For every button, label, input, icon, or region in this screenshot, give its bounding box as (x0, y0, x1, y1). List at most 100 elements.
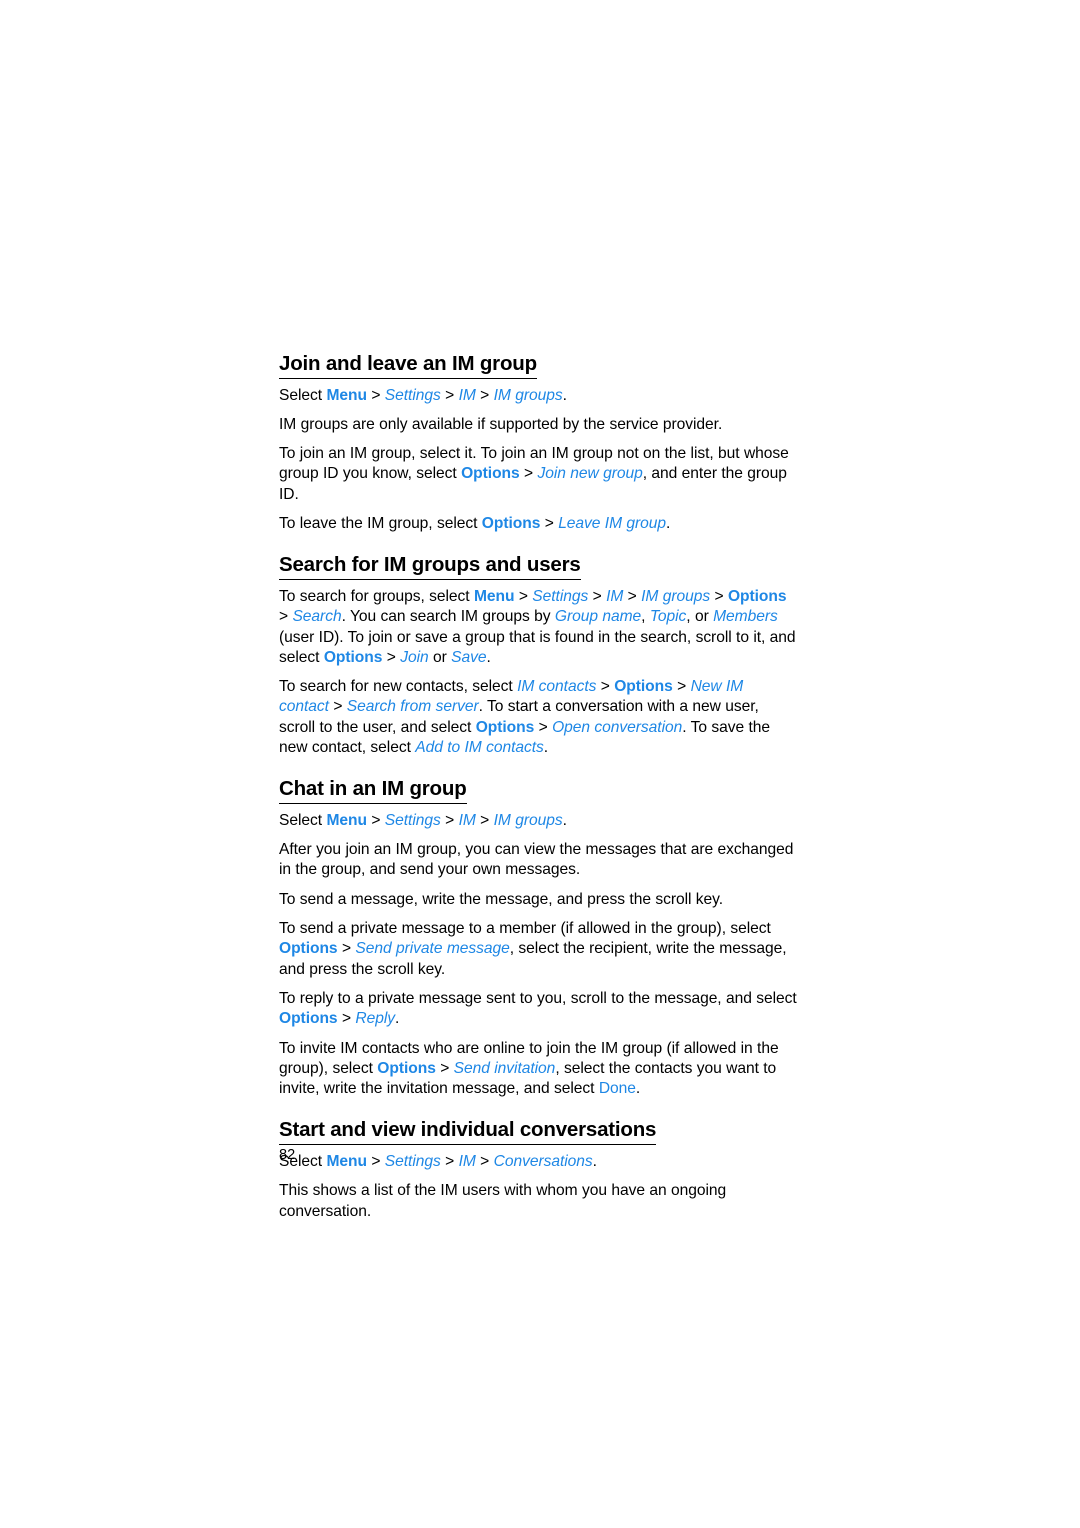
section-heading-wrapper: Start and view individual conversations (279, 1118, 797, 1152)
text-run: To search for groups, select (279, 587, 474, 605)
body-paragraph: IM groups are only available if supporte… (279, 415, 797, 435)
path-separator: > (382, 648, 401, 666)
path-separator: > (710, 587, 728, 605)
text-run: . (543, 738, 549, 756)
ui-key-reference: Menu (473, 587, 515, 605)
text-run: . (635, 1080, 641, 1098)
text-run: or (428, 648, 452, 666)
path-separator: > (279, 608, 293, 626)
body-paragraph: After you join an IM group, you can view… (279, 840, 797, 881)
path-separator: > (475, 811, 494, 829)
body-paragraph: Select Menu > Settings > IM > Conversati… (279, 1152, 797, 1172)
path-separator: > (623, 587, 642, 605)
body-paragraph: To join an IM group, select it. To join … (279, 444, 797, 505)
text-run: . (666, 515, 671, 533)
path-separator: > (540, 515, 559, 533)
ui-menu-item-reference: Open conversation (552, 718, 683, 736)
path-separator: > (519, 465, 538, 483)
text-run: Select (279, 386, 327, 404)
section-heading: Start and view individual conversations (279, 1118, 656, 1145)
text-run: To search for new contacts, select (279, 678, 518, 696)
text-run: To leave the IM group, select (279, 515, 482, 533)
path-separator: > (440, 1152, 459, 1170)
ui-menu-item-reference: Add to IM contacts (415, 738, 544, 756)
text-run: . (562, 811, 567, 829)
manual-section: Chat in an IM group Select Menu > Setting… (279, 777, 797, 1099)
ui-key-reference: Options (475, 718, 535, 736)
ui-key-reference: Options (481, 515, 541, 533)
text-run: . You can search IM groups by (341, 608, 555, 626)
path-separator: > (596, 678, 615, 696)
path-separator: > (366, 386, 385, 404)
manual-page: Join and leave an IM group Select Menu > … (0, 0, 1080, 1528)
ui-key-reference: Options (377, 1059, 436, 1077)
text-run: . (395, 1010, 400, 1028)
ui-menu-item-reference: Reply (355, 1010, 396, 1028)
path-separator: > (337, 1010, 356, 1028)
path-separator: > (366, 1152, 385, 1170)
text-run: After you join an IM group, you can view… (279, 841, 794, 879)
ui-menu-item-reference: Topic (649, 608, 687, 626)
text-run: To send a private message to a member (i… (279, 920, 771, 938)
ui-softkey-reference: Done (598, 1080, 636, 1098)
ui-menu-item-reference: IM groups (493, 811, 563, 829)
text-run: Select (279, 811, 327, 829)
text-run: This shows a list of the IM users with w… (279, 1182, 727, 1220)
text-run: IM groups are only available if supporte… (279, 415, 723, 433)
section-heading-wrapper: Chat in an IM group (279, 777, 797, 811)
ui-menu-item-reference: Send invitation (453, 1059, 556, 1077)
ui-menu-item-reference: Search from server (346, 698, 479, 716)
section-heading: Chat in an IM group (279, 777, 467, 804)
sections-container: Join and leave an IM group Select Menu > … (279, 352, 797, 1222)
ui-key-reference: Options (727, 587, 787, 605)
text-run: . (592, 1152, 597, 1170)
path-separator: > (534, 718, 553, 736)
ui-menu-item-reference: Join (400, 648, 429, 666)
path-separator: > (475, 386, 494, 404)
section-heading-wrapper: Search for IM groups and users (279, 553, 797, 587)
body-paragraph: To leave the IM group, select Options > … (279, 514, 797, 534)
ui-key-reference: Options (461, 465, 520, 483)
body-paragraph: This shows a list of the IM users with w… (279, 1181, 797, 1222)
ui-menu-item-reference: Members (713, 608, 778, 626)
ui-menu-item-reference: Join new group (537, 465, 643, 483)
ui-menu-item-reference: IM groups (493, 386, 563, 404)
body-paragraph: To search for new contacts, select IM co… (279, 677, 797, 758)
manual-section: Start and view individual conversations S… (279, 1118, 797, 1221)
body-paragraph: To reply to a private message sent to yo… (279, 989, 797, 1030)
ui-menu-item-reference: Leave IM group (558, 515, 667, 533)
ui-key-reference: Menu (326, 811, 367, 829)
ui-menu-item-reference: Settings (384, 386, 441, 404)
ui-key-reference: Menu (326, 386, 367, 404)
ui-key-reference: Options (323, 648, 383, 666)
ui-menu-item-reference: Settings (384, 1152, 441, 1170)
path-separator: > (440, 811, 459, 829)
path-separator: > (672, 678, 691, 696)
ui-menu-item-reference: Search (292, 608, 342, 626)
body-paragraph: Select Menu > Settings > IM > IM groups. (279, 811, 797, 831)
path-separator: > (328, 698, 347, 716)
body-paragraph: To search for groups, select Menu > Sett… (279, 587, 797, 668)
section-heading-wrapper: Join and leave an IM group (279, 352, 797, 386)
section-heading: Search for IM groups and users (279, 553, 581, 580)
ui-menu-item-reference: IM groups (641, 587, 711, 605)
ui-key-reference: Options (614, 678, 673, 696)
path-separator: > (337, 940, 356, 958)
manual-section: Join and leave an IM group Select Menu > … (279, 352, 797, 534)
text-run: , or (686, 608, 714, 626)
text-run: , (641, 608, 650, 626)
ui-menu-item-reference: Settings (532, 587, 589, 605)
section-heading: Join and leave an IM group (279, 352, 537, 379)
ui-menu-item-reference: Group name (554, 608, 642, 626)
ui-menu-item-reference: IM contacts (517, 678, 597, 696)
body-paragraph: To send a message, write the message, an… (279, 890, 797, 910)
ui-menu-item-reference: IM (606, 587, 624, 605)
manual-section: Search for IM groups and users To search … (279, 553, 797, 758)
ui-menu-item-reference: Send private message (355, 940, 510, 958)
path-separator: > (588, 587, 607, 605)
path-separator: > (475, 1152, 494, 1170)
text-run: To reply to a private message sent to yo… (279, 989, 797, 1007)
ui-key-reference: Options (279, 940, 338, 958)
path-separator: > (366, 811, 385, 829)
ui-menu-item-reference: Save (451, 648, 487, 666)
